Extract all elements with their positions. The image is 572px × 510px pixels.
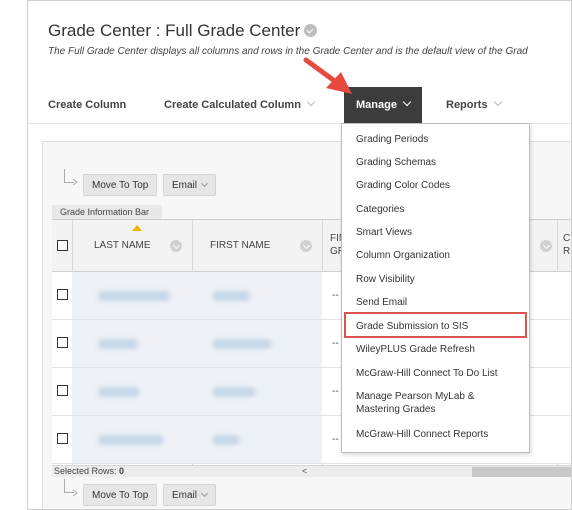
page-description: The Full Grade Center displays all colum…: [48, 46, 528, 57]
chevron-down-icon: [306, 97, 316, 107]
horizontal-scrollbar[interactable]: [472, 467, 571, 477]
chevron-down-icon: [200, 489, 209, 498]
grade-cell[interactable]: --: [332, 338, 339, 349]
column-header[interactable]: C: [563, 233, 570, 244]
sort-ascending-icon: [132, 225, 142, 231]
grade-cell[interactable]: --: [332, 290, 339, 301]
scroll-left-button[interactable]: <: [302, 466, 307, 477]
menu-item-wileyplus-grade-refresh[interactable]: WileyPLUS Grade Refresh: [356, 344, 475, 356]
column-options-icon[interactable]: [540, 240, 552, 252]
menu-item-manage-pearson-mylab[interactable]: Manage Pearson MyLab &: [356, 391, 474, 403]
last-name-header[interactable]: LAST NAME: [94, 240, 151, 251]
row-checkbox[interactable]: [57, 289, 68, 300]
menu-item-mcgraw-hill-connect-to-do-list[interactable]: McGraw-Hill Connect To Do List: [356, 368, 498, 380]
reports-menu-button[interactable]: Reports: [446, 87, 502, 123]
chevron-circle-icon[interactable]: [304, 24, 318, 38]
action-menubar: Create Column Create Calculated Column M…: [28, 87, 571, 124]
redacted-first-name: [212, 435, 240, 445]
grade-cell[interactable]: --: [332, 386, 339, 397]
manage-menu-button[interactable]: Manage: [344, 87, 422, 124]
chevron-down-icon: [200, 179, 209, 188]
menu-item-smart-views[interactable]: Smart Views: [356, 227, 412, 239]
menu-item-mcgraw-hill-connect-reports[interactable]: McGraw-Hill Connect Reports: [356, 429, 488, 441]
column-header-line2: R: [563, 246, 571, 257]
email-button[interactable]: Email: [163, 174, 217, 196]
first-name-header[interactable]: FIRST NAME: [210, 240, 270, 251]
email-button[interactable]: Email: [163, 484, 217, 506]
redacted-last-name: [98, 339, 138, 349]
selected-rows-label: Selected Rows: 0: [54, 466, 125, 476]
page-title: Grade Center : Full Grade Center: [48, 21, 318, 41]
chevron-down-icon: [402, 97, 412, 107]
create-calculated-column-button[interactable]: Create Calculated Column: [164, 87, 316, 123]
selected-rows-bar: Selected Rows: 0 <: [52, 465, 571, 477]
menu-item-send-email[interactable]: Send Email: [356, 297, 407, 309]
move-to-top-button[interactable]: Move To Top: [83, 484, 158, 506]
arrow-right-icon: [72, 489, 78, 497]
redacted-first-name: [212, 339, 272, 349]
row-checkbox[interactable]: [57, 337, 68, 348]
grade-information-bar[interactable]: Grade Information Bar: [52, 205, 162, 219]
menu-item-grading-color-codes[interactable]: Grading Color Codes: [356, 180, 450, 192]
redacted-last-name: [98, 291, 170, 301]
move-to-top-button[interactable]: Move To Top: [83, 174, 158, 196]
menu-item-manage-pearson-mylab-line2: Mastering Grades: [356, 404, 436, 415]
menu-item-grading-periods[interactable]: Grading Periods: [356, 134, 428, 146]
redacted-first-name: [212, 387, 256, 397]
column-options-icon[interactable]: [170, 240, 182, 252]
column-options-icon[interactable]: [300, 240, 312, 252]
highlight-box: [344, 312, 527, 338]
select-all-checkbox[interactable]: [57, 240, 68, 251]
arrow-right-icon: [72, 178, 78, 186]
grade-cell[interactable]: --: [332, 434, 339, 445]
row-checkbox[interactable]: [57, 385, 68, 396]
menu-item-row-visibility[interactable]: Row Visibility: [356, 274, 415, 286]
menu-item-grading-schemas[interactable]: Grading Schemas: [356, 157, 436, 169]
menu-item-column-organization[interactable]: Column Organization: [356, 250, 450, 262]
row-checkbox[interactable]: [57, 433, 68, 444]
redacted-first-name: [212, 291, 250, 301]
create-column-button[interactable]: Create Column: [48, 87, 126, 123]
redacted-last-name: [98, 387, 140, 397]
manage-dropdown-menu: Grading Periods Grading Schemas Grading …: [341, 123, 530, 453]
redacted-last-name: [98, 435, 164, 445]
menu-item-categories[interactable]: Categories: [356, 204, 404, 216]
chevron-down-icon: [493, 97, 502, 107]
